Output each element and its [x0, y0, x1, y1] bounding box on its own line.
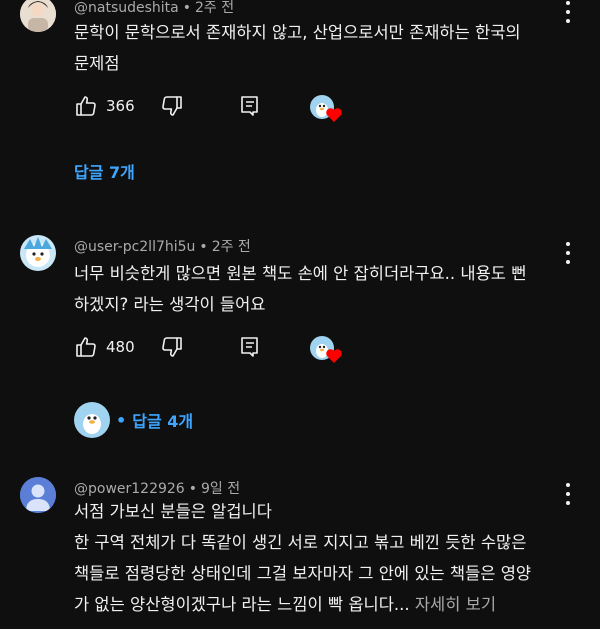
avatar[interactable] [20, 235, 56, 271]
comment-meta: @user-pc2ll7hi5u • 2주 전 [74, 236, 251, 256]
more-options-icon[interactable] [564, 1, 572, 23]
comment-text-line: 서점 가보신 분들은 알겁니다 [74, 502, 272, 521]
comment-text: 너무 비슷한게 많으면 원본 책도 손에 안 잡히더라구요.. 내용도 뻔 하겠… [74, 258, 552, 320]
creator-heart-badge [310, 95, 342, 122]
thumbs-down-icon [162, 337, 182, 357]
comment-meta: @power122926 • 9일 전 [74, 478, 240, 498]
reply-button[interactable] [238, 335, 262, 359]
read-more-link[interactable]: 자세히 보기 [415, 595, 496, 614]
comment-author[interactable]: @natsudeshita [74, 0, 179, 16]
reply-bullet: • [116, 410, 127, 430]
dislike-button[interactable] [160, 94, 184, 118]
comment-text-line: 책들로 점령당한 상태인데 그걸 보자마자 그 안에 있는 책들은 영양 [74, 564, 532, 583]
comment-time[interactable]: 2주 전 [195, 0, 234, 16]
comment-time[interactable]: 2주 전 [212, 239, 251, 255]
comment-text-line: 문학이 문학으로서 존재하지 않고, 산업으로서만 존재하는 한국의 [74, 23, 521, 42]
like-button[interactable]: 366 [74, 94, 135, 118]
replies-label: 답글 7개 [74, 163, 135, 182]
more-options-icon[interactable] [564, 483, 572, 505]
comment-text-line: 하겠지? 라는 생각이 들어요 [74, 295, 266, 314]
comment-text: 서점 가보신 분들은 알겁니다 한 구역 전체가 다 똑같이 생긴 서로 지지고… [74, 496, 552, 620]
comment-author[interactable]: @user-pc2ll7hi5u [74, 239, 195, 255]
comment-reply-icon [241, 337, 258, 357]
comment-text-fragment: 가 없는 양산형이겠구나 라는 느낌이 빡 옵니다... [74, 595, 410, 614]
dislike-button[interactable] [160, 335, 184, 359]
comment-text-line: 가 없는 양산형이겠구나 라는 느낌이 빡 옵니다... 자세히 보기 [74, 589, 552, 620]
like-button[interactable]: 480 [74, 335, 135, 359]
more-options-icon[interactable] [564, 242, 572, 264]
comment-text-line: 너무 비슷한게 많으면 원본 책도 손에 안 잡히더라구요.. 내용도 뻔 [74, 264, 527, 283]
replies-toggle[interactable]: 답글 7개 [74, 159, 135, 183]
like-count: 366 [106, 97, 135, 115]
comment-text-line: 한 구역 전체가 다 똑같이 생긴 서로 지지고 볶고 베낀 듯한 수많은 [74, 533, 527, 552]
comment-actions: 480 [74, 335, 374, 363]
meta-separator: • [182, 0, 191, 16]
comment-meta: @natsudeshita • 2주 전 [74, 0, 234, 17]
meta-separator: • [199, 239, 208, 255]
thumbs-down-icon [162, 96, 182, 116]
heart-icon [326, 349, 342, 363]
avatar[interactable] [20, 0, 56, 32]
reply-button[interactable] [238, 94, 262, 118]
heart-icon [326, 108, 342, 122]
comment-text-line: 문제점 [74, 54, 120, 73]
meta-separator: • [188, 481, 197, 497]
like-count: 480 [106, 338, 135, 356]
comment-reply-icon [241, 96, 258, 116]
creator-avatar-icon [74, 402, 110, 438]
comment-text: 문학이 문학으로서 존재하지 않고, 산업으로서만 존재하는 한국의 문제점 [74, 17, 552, 79]
replies-label: 답글 4개 [132, 412, 194, 431]
creator-heart-badge [310, 336, 342, 363]
comment-actions: 366 [74, 94, 374, 122]
comment-author[interactable]: @power122926 [74, 481, 185, 497]
avatar[interactable] [20, 477, 56, 513]
comment-time[interactable]: 9일 전 [201, 481, 240, 497]
thumbs-up-icon [76, 96, 96, 116]
replies-toggle[interactable]: • 답글 4개 [74, 402, 193, 438]
thumbs-up-icon [76, 337, 96, 357]
